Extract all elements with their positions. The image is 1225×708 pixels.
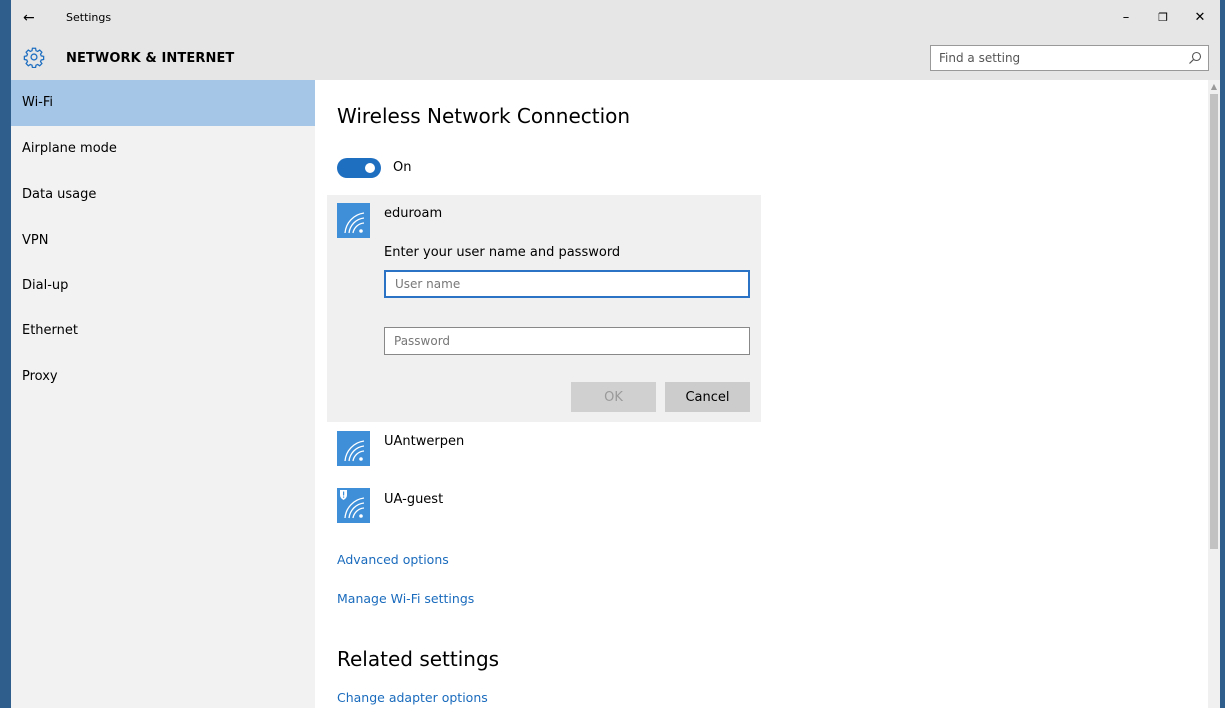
wifi-signal-icon bbox=[337, 203, 370, 238]
sidebar-item-proxy[interactable]: Proxy bbox=[11, 354, 315, 400]
network-item-uantwerpen[interactable]: UAntwerpen bbox=[384, 434, 464, 449]
scrollbar[interactable]: ▲ bbox=[1208, 80, 1220, 708]
change-adapter-options-link[interactable]: Change adapter options bbox=[337, 690, 488, 705]
network-name: eduroam bbox=[384, 206, 443, 221]
search-icon[interactable] bbox=[1188, 51, 1202, 65]
cancel-button[interactable]: Cancel bbox=[665, 382, 750, 412]
title-bar: ← Settings – ❐ ✕ bbox=[11, 0, 1220, 36]
network-item-eduroam[interactable]: eduroam Enter your user name and passwor… bbox=[327, 195, 761, 422]
close-button[interactable]: ✕ bbox=[1181, 0, 1219, 36]
wifi-signal-icon bbox=[337, 431, 370, 466]
settings-header: NETWORK & INTERNET bbox=[11, 36, 1220, 80]
credentials-prompt: Enter your user name and password bbox=[384, 245, 621, 260]
gear-icon bbox=[23, 47, 45, 68]
sidebar-item-wifi[interactable]: Wi-Fi bbox=[11, 80, 315, 126]
sidebar-item-airplane-mode[interactable]: Airplane mode bbox=[11, 126, 315, 172]
minimize-button[interactable]: – bbox=[1107, 0, 1145, 36]
sidebar-item-vpn[interactable]: VPN bbox=[11, 218, 315, 264]
sidebar-item-dial-up[interactable]: Dial-up bbox=[11, 263, 315, 309]
back-arrow-icon[interactable]: ← bbox=[23, 9, 35, 27]
sidebar-item-ethernet[interactable]: Ethernet bbox=[11, 308, 315, 354]
main-content: Wireless Network Connection On eduroam E… bbox=[315, 80, 1220, 708]
network-item-ua-guest[interactable]: UA-guest bbox=[384, 492, 443, 507]
window-title: Settings bbox=[66, 11, 112, 24]
section-title: NETWORK & INTERNET bbox=[66, 51, 235, 66]
sidebar-item-data-usage[interactable]: Data usage bbox=[11, 172, 315, 218]
scroll-up-arrow-icon[interactable]: ▲ bbox=[1208, 82, 1220, 92]
ok-button[interactable]: OK bbox=[571, 382, 656, 412]
search-box[interactable] bbox=[930, 45, 1209, 71]
wifi-toggle[interactable] bbox=[337, 158, 381, 178]
password-input[interactable] bbox=[384, 327, 750, 355]
username-input[interactable] bbox=[384, 270, 750, 298]
toggle-knob bbox=[365, 163, 375, 173]
maximize-button[interactable]: ❐ bbox=[1144, 0, 1182, 36]
page-title: Wireless Network Connection bbox=[337, 104, 631, 128]
advanced-options-link[interactable]: Advanced options bbox=[337, 552, 449, 567]
manage-wifi-settings-link[interactable]: Manage Wi-Fi settings bbox=[337, 591, 474, 606]
sidebar: Wi-Fi Airplane mode Data usage VPN Dial-… bbox=[11, 80, 315, 708]
settings-window: ← Settings – ❐ ✕ NETWORK & INTERNET Wi-F… bbox=[11, 0, 1220, 708]
scroll-thumb[interactable] bbox=[1210, 94, 1218, 549]
wifi-signal-shield-icon bbox=[337, 488, 370, 523]
wifi-toggle-label: On bbox=[393, 160, 412, 175]
related-settings-title: Related settings bbox=[337, 647, 500, 671]
search-input[interactable] bbox=[931, 46, 1187, 70]
